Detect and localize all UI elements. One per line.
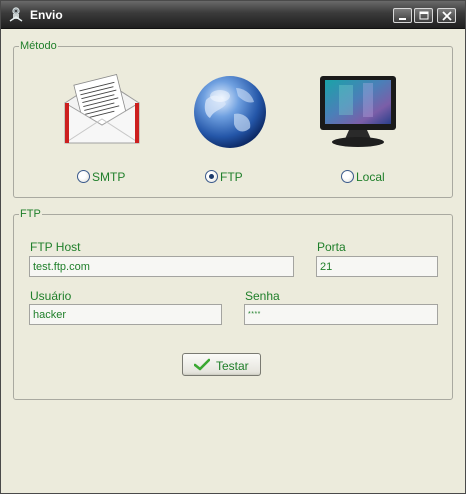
radio-smtp-label: SMTP: [92, 170, 126, 184]
user-input[interactable]: [29, 304, 222, 325]
maximize-button[interactable]: [414, 8, 433, 23]
minimize-button[interactable]: [393, 8, 412, 23]
title-bar[interactable]: Envio: [1, 1, 465, 29]
envelope-letter-icon[interactable]: [63, 73, 141, 145]
radio-smtp-circle[interactable]: [77, 170, 90, 183]
radio-ftp-label: FTP: [220, 170, 243, 184]
window-title: Envio: [30, 8, 63, 22]
ftp-group-label: FTP: [19, 208, 42, 220]
password-input[interactable]: [244, 304, 438, 325]
minimize-icon: [399, 18, 406, 20]
envio-window: Envio Método SMTP FTP Local FTP FTP Host…: [0, 0, 466, 494]
ftp-host-input[interactable]: [29, 256, 294, 277]
method-group-label: Método: [19, 40, 58, 52]
green-checkmark-icon: [194, 358, 210, 371]
port-input[interactable]: [316, 256, 438, 277]
password-label: Senha: [245, 289, 280, 303]
monitor-icon[interactable]: [319, 75, 397, 149]
user-label: Usuário: [30, 289, 72, 303]
radio-local-label: Local: [356, 170, 385, 184]
radio-ftp-circle[interactable]: [205, 170, 218, 183]
radio-local-circle[interactable]: [341, 170, 354, 183]
globe-icon[interactable]: [192, 74, 268, 150]
ftp-host-label: FTP Host: [30, 240, 81, 254]
close-icon: [442, 11, 452, 21]
maximize-icon: [419, 11, 429, 20]
close-button[interactable]: [437, 8, 456, 23]
port-label: Porta: [317, 240, 346, 254]
test-button-label: Testar: [216, 359, 249, 373]
app-icon: [9, 7, 23, 22]
test-button[interactable]: Testar: [182, 353, 261, 376]
